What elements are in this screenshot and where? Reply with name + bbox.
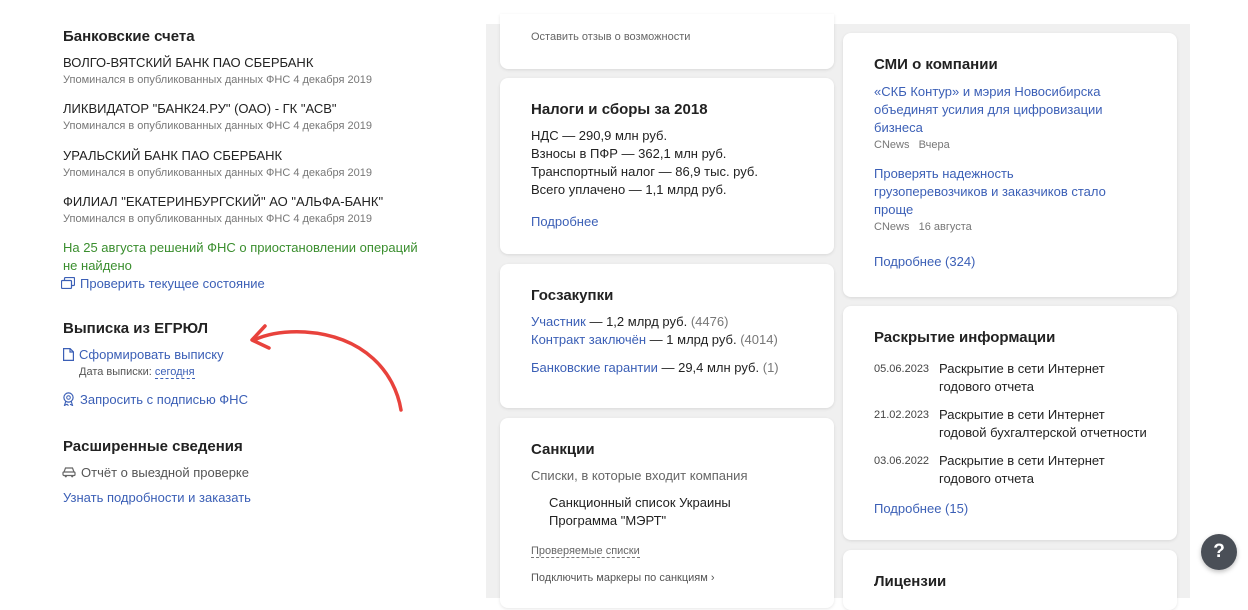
disclosure-line: Раскрытие в сети Интернет [939,407,1105,422]
connect-markers-link[interactable]: Подключить маркеры по санкциям › [531,572,715,584]
disclosure-title: Раскрытие информации [874,329,1056,346]
bank-note: Упоминался в опубликованных данных ФНС 4… [63,213,372,225]
media-more-link[interactable]: Подробнее (324) [874,254,975,269]
annotation-arrow [250,324,403,412]
bank-name: УРАЛЬСКИЙ БАНК ПАО СБЕРБАНК [63,148,283,163]
taxes-more-link[interactable]: Подробнее [531,214,598,229]
taxes-card: Налоги и сборы за 2018 НДС — 290,9 млн р… [500,78,834,254]
onsite-report-label: Отчёт о выездной проверке [81,465,249,480]
disclosure-text: Раскрытие в сети Интернет годового отчет… [939,452,1105,488]
seal-icon [62,392,75,409]
procurement-card: Госзакупки Участник — 1,2 млрд руб. (447… [500,264,834,408]
taxes-title: Налоги и сборы за 2018 [531,101,708,118]
bank-accounts-title: Банковские счета [63,28,195,45]
bank-name: ФИЛИАЛ "ЕКАТЕРИНБУРГСКИЙ" АО "АЛЬФА-БАНК… [63,194,384,209]
bank-guarantees-link[interactable]: Банковские гарантии [531,360,658,375]
egrul-title: Выписка из ЕГРЮЛ [63,320,209,337]
check-state-link[interactable]: Проверить текущее состояние [60,276,265,292]
disclosure-text: Раскрытие в сети Интернет годовой бухгал… [939,406,1147,442]
bank-note: Упоминался в опубликованных данных ФНС 4… [63,74,372,86]
tax-line: Всего уплачено — 1,1 млрд руб. [531,182,727,197]
news-link[interactable]: Проверять надежность грузоперевозчиков и… [874,165,1106,219]
disclosure-line: годового отчета [939,471,1035,486]
news-source: CNews [874,221,910,233]
car-icon [62,466,76,481]
disclosure-date: 21.02.2023 [874,409,930,421]
procurement-value: — 29,4 млн руб. [657,360,760,375]
news-link[interactable]: «СКБ Контур» и мэрия Новосибирска объеди… [874,83,1103,137]
feedback-card: Оставить отзыв о возможности [500,14,834,69]
document-icon [63,347,74,364]
extract-date-value[interactable]: сегодня [154,366,195,379]
media-title: СМИ о компании [874,56,998,73]
procurement-value: — 1,2 млрд руб. [585,314,688,329]
news-line[interactable]: проще [874,201,1106,219]
news-line[interactable]: объединят усилия для цифровизации [874,101,1103,119]
news-line[interactable]: «СКБ Контур» и мэрия Новосибирска [874,83,1103,101]
tax-line: НДС — 290,9 млн руб. [531,128,668,143]
disclosure-line: Раскрытие в сети Интернет [939,453,1105,468]
extract-date-label: Дата выписки: [79,366,152,378]
sanctions-card: Санкции Списки, в которые входит компани… [500,418,834,608]
news-line[interactable]: бизнеса [874,119,1103,137]
contract-link[interactable]: Контракт заключён [531,332,646,347]
procurement-count: (1) [762,360,779,375]
disclosure-line: годовой бухгалтерской отчетности [939,425,1147,440]
procurement-row: Участник — 1,2 млрд руб. (4476) [531,314,728,329]
sanctions-subtitle: Списки, в которые входит компания [531,468,748,483]
bank-name: ЛИКВИДАТОР "БАНК24.РУ" (ОАО) - ГК "АСВ" [63,101,337,116]
news-meta: CNews 16 августа [874,221,972,233]
bank-note: Упоминался в опубликованных данных ФНС 4… [63,167,372,179]
tax-line: Взносы в ПФР — 362,1 млн руб. [531,146,727,161]
disclosure-line: Раскрытие в сети Интернет [939,361,1105,376]
licenses-title: Лицензии [874,573,947,590]
check-state-label[interactable]: Проверить текущее состояние [80,276,265,291]
onsite-report-row: Отчёт о выездной проверке [62,465,249,481]
bank-name: ВОЛГО-ВЯТСКИЙ БАНК ПАО СБЕРБАНК [63,55,314,70]
news-meta: CNews Вчера [874,139,950,151]
news-line[interactable]: грузоперевозчиков и заказчиков стало [874,183,1106,201]
procurement-count: (4476) [690,314,729,329]
disclosure-text: Раскрытие в сети Интернет годового отчет… [939,360,1105,396]
news-source: CNews [874,139,910,151]
procurement-count: (4014) [740,332,778,347]
tax-line: Транспортный налог — 86,9 тыс. руб. [531,164,758,179]
disclosure-more-link[interactable]: Подробнее (15) [874,501,968,516]
fns-status-text-2: не найдено [63,258,132,273]
news-line[interactable]: Проверять надежность [874,165,1106,183]
procurement-row: Банковские гарантии — 29,4 млн руб. (1) [531,360,779,375]
news-date: 16 августа [918,221,972,233]
sanctions-item: Санкционный список Украины [549,495,731,510]
extract-date: Дата выписки: сегодня [79,366,195,379]
sanctions-item: Программа "МЭРТ" [549,513,667,528]
licenses-card: Лицензии [843,550,1177,610]
help-button[interactable]: ? [1201,534,1237,570]
procurement-row: Контракт заключён — 1 млрд руб. (4014) [531,332,778,347]
checked-lists-label[interactable]: Проверяемые списки [531,545,640,558]
procurement-title: Госзакупки [531,287,614,304]
request-signed-link[interactable]: Запросить с подписью ФНС [62,392,248,409]
request-signed-label[interactable]: Запросить с подписью ФНС [80,392,248,407]
extended-info-title: Расширенные сведения [63,438,243,455]
checked-lists-link[interactable]: Проверяемые списки [531,545,640,558]
disclosure-line: годового отчета [939,379,1035,394]
participant-link[interactable]: Участник [531,314,586,329]
feedback-link[interactable]: Оставить отзыв о возможности [531,31,690,43]
bank-note: Упоминался в опубликованных данных ФНС 4… [63,120,372,132]
copy-icon [60,276,76,292]
form-extract-link[interactable]: Сформировать выписку [63,347,224,364]
disclosure-date: 05.06.2023 [874,363,930,375]
fns-status-text: На 25 августа решений ФНС о приостановле… [63,240,418,255]
form-extract-label[interactable]: Сформировать выписку [79,347,224,362]
disclosure-date: 03.06.2022 [874,455,930,467]
media-card: СМИ о компании «СКБ Контур» и мэрия Ново… [843,33,1177,297]
disclosure-card: Раскрытие информации 05.06.2023 Раскрыти… [843,306,1177,540]
learn-order-link[interactable]: Узнать подробности и заказать [63,490,251,505]
sanctions-title: Санкции [531,441,595,458]
news-date: Вчера [918,139,950,151]
procurement-value: — 1 млрд руб. [646,332,737,347]
